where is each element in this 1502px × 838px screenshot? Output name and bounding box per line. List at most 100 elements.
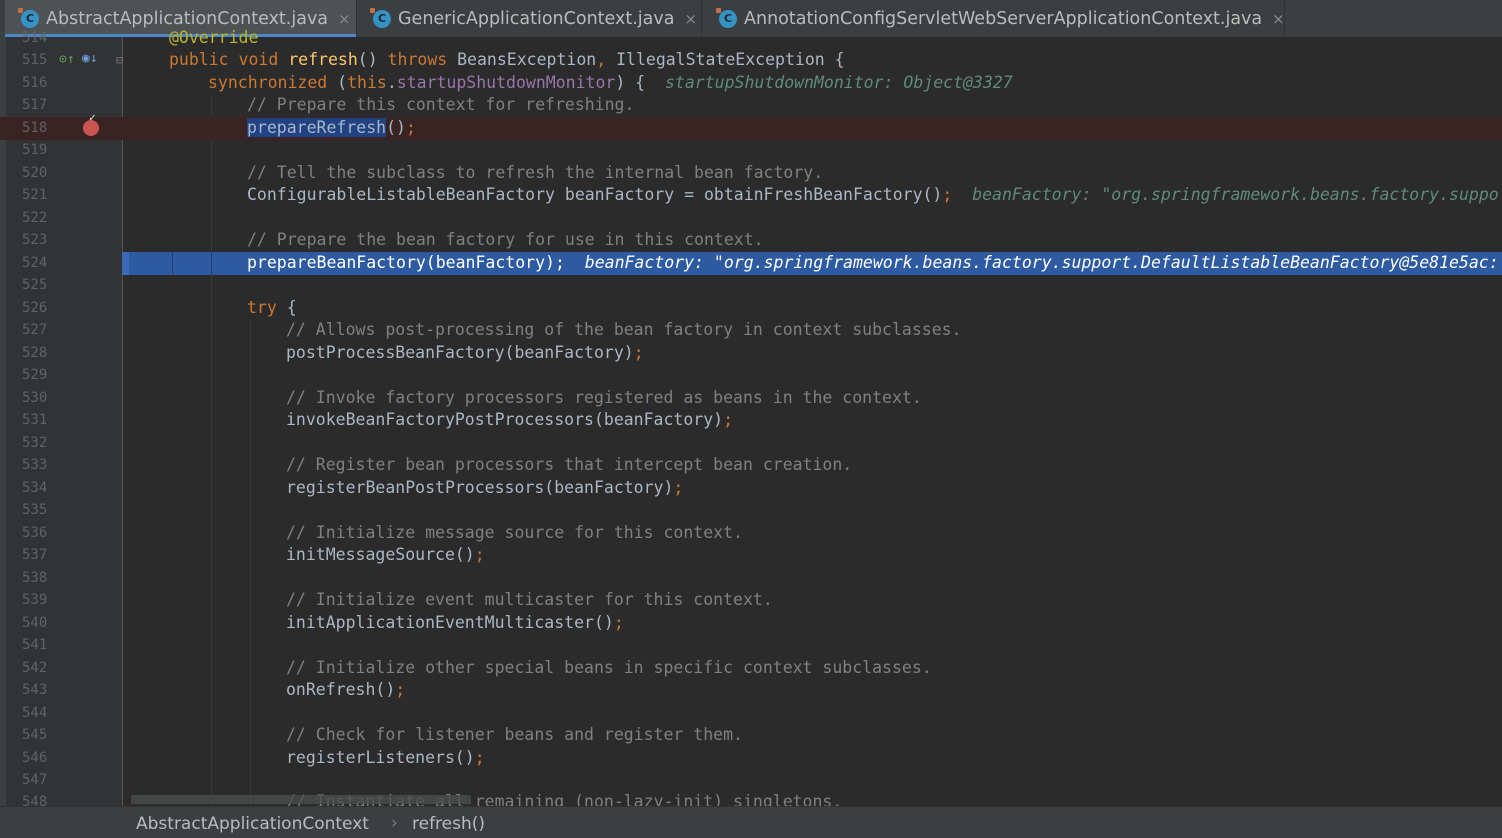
code-line: 527 // Allows post-processing of the bea… [0,319,1502,342]
code-text: ConfigurableListableBeanFactory beanFact… [247,185,1499,204]
line-number: 523 [22,232,48,248]
line-number: 544 [22,705,48,721]
debug-inline-value: beanFactory: "org.springframework.beans.… [584,253,1499,272]
code-line: 542 // Initialize other special beans in… [0,657,1502,680]
line-number: 530 [22,390,48,406]
line-number: 532 [22,435,48,451]
tab-label: GenericApplicationContext.java [398,8,675,29]
code-line: 516 synchronized (this.startupShutdownMo… [0,72,1502,95]
code-comment: // Initialize event multicaster for this… [286,590,773,609]
code-line: 530 // Invoke factory processors registe… [0,387,1502,410]
code-line: 537 initMessageSource(); [0,544,1502,567]
code-line: 532 [0,432,1502,455]
code-comment: // Check for listener beans and register… [286,725,743,744]
tab-label: AnnotationConfigServletWebServerApplicat… [744,8,1263,29]
code-comment: // Prepare this context for refreshing. [247,95,635,114]
line-number: 543 [22,682,48,698]
code-text: invokeBeanFactoryPostProcessors(beanFact… [286,410,734,429]
code-text: initApplicationEventMulticaster(); [286,613,624,632]
line-number: 527 [22,322,48,338]
code-line: 531 invokeBeanFactoryPostProcessors(bean… [0,409,1502,432]
breakpoint-line: 518 prepareRefresh(); [0,111,1502,140]
line-number: 515 [22,52,48,68]
code-line: 535 [0,499,1502,522]
execution-point-line: prepareBeanFactory(beanFactory); beanFac… [122,252,1502,275]
line-number: 536 [22,525,48,541]
line-number: 538 [22,570,48,586]
class-icon: C [370,7,391,28]
code-line: 525 [0,274,1502,297]
code-line: 519 [0,139,1502,162]
breakpoint-icon[interactable] [83,111,99,136]
line-number: 535 [22,502,48,518]
code-line: 540 initApplicationEventMulticaster(); [0,612,1502,635]
code-comment: // Allows post-processing of the bean fa… [286,320,962,339]
line-number: 517 [22,97,48,113]
close-icon[interactable]: × [1272,10,1285,28]
code-text: registerListeners(); [286,748,485,767]
code-line: 539 // Initialize event multicaster for … [0,589,1502,612]
implementation-icon[interactable]: ◉↓ [82,51,98,66]
code-comment: // Tell the subclass to refresh the inte… [247,163,824,182]
breadcrumb-separator: › [391,813,398,833]
line-number: 548 [22,794,48,806]
code-line: 526 try { [0,297,1502,320]
close-icon[interactable]: × [684,10,697,28]
breadcrumb-class[interactable]: AbstractApplicationContext [136,814,369,834]
code-text: synchronized (this.startupShutdownMonito… [208,73,1013,92]
line-number: 547 [22,772,48,788]
code-text: try { [247,298,297,317]
code-comment: // Initialize other special beans in spe… [286,658,932,677]
debug-inline-value: beanFactory: "org.springframework.beans.… [972,185,1499,204]
code-text: postProcessBeanFactory(beanFactory); [286,343,644,362]
code-line: 522 [0,207,1502,230]
code-text: prepareBeanFactory(beanFactory); beanFac… [247,253,1499,272]
code-line: 538 [0,567,1502,590]
code-line: 544 [0,702,1502,725]
horizontal-scrollbar[interactable] [131,795,471,804]
line-number: 540 [22,615,48,631]
code-line: 523 // Prepare the bean factory for use … [0,229,1502,252]
override-up-arrow-icon[interactable]: ⊙↑ [59,52,75,67]
line-number: 526 [22,300,48,316]
line-number: 519 [22,142,48,158]
line-number: 516 [22,75,48,91]
code-text: @Override [169,28,259,47]
code-line: 520 // Tell the subclass to refresh the … [0,162,1502,185]
line-number: 539 [22,592,48,608]
tab-label: AbstractApplicationContext.java [46,8,329,29]
code-line: 514 @Override [0,27,1502,50]
code-line: 529 [0,364,1502,387]
line-number: 525 [22,277,48,293]
breadcrumb-method[interactable]: refresh() [412,814,485,834]
line-number: 529 [22,367,48,383]
debug-inline-value: startupShutdownMonitor: Object@3327 [664,73,1013,92]
code-line: 533 // Register bean processors that int… [0,454,1502,477]
class-icon: C [18,7,39,28]
code-text: initMessageSource(); [286,545,485,564]
code-line: 546 registerListeners(); [0,747,1502,770]
line-number: 534 [22,480,48,496]
code-line: 517 // Prepare this context for refreshi… [0,94,1502,117]
fold-icon[interactable]: ⊟ [116,53,123,67]
code-line: 534 registerBeanPostProcessors(beanFacto… [0,477,1502,500]
code-text: public void refresh() throws BeansExcept… [169,50,845,69]
code-text: registerBeanPostProcessors(beanFactory); [286,478,684,497]
line-number: 545 [22,727,48,743]
line-number: 520 [22,165,48,181]
code-line: 528 postProcessBeanFactory(beanFactory); [0,342,1502,365]
code-line: 536 // Initialize message source for thi… [0,522,1502,545]
line-number: 533 [22,457,48,473]
code-comment: // Invoke factory processors registered … [286,388,922,407]
breadcrumb: AbstractApplicationContext › refresh() [0,806,1502,838]
code-line: 515 ⊙↑ ◉↓ ⊟ public void refresh() throws… [0,49,1502,72]
close-icon[interactable]: × [338,10,351,28]
code-text: onRefresh(); [286,680,406,699]
line-number: 521 [22,187,48,203]
code-line: 545 // Check for listener beans and regi… [0,724,1502,747]
line-number: 546 [22,750,48,766]
code-comment: // Prepare the bean factory for use in t… [247,230,764,249]
code-line: 543 onRefresh(); [0,679,1502,702]
line-number: 531 [22,412,48,428]
line-number: 541 [22,637,48,653]
